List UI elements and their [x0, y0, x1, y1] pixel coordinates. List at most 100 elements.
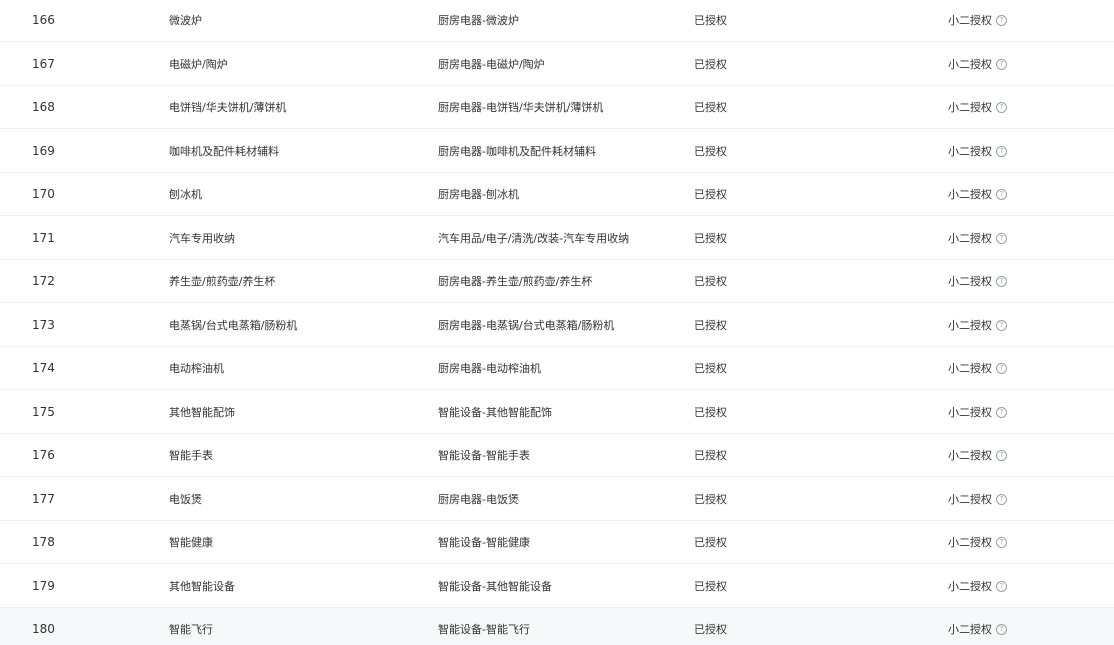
question-circle-icon[interactable]: ? [996, 145, 1007, 157]
category-name: 智能手表 [169, 449, 213, 462]
table-row[interactable]: 177 电饭煲 厨房电器-电饭煲 已授权 小二授权? [0, 477, 1114, 521]
question-circle-icon[interactable]: ? [996, 102, 1007, 113]
row-id: 167 [32, 56, 55, 71]
auth-type: 小二授权? [948, 217, 1007, 260]
category-path: 智能设备-智能健康 [438, 536, 530, 549]
auth-type-label: 小二授权 [948, 536, 992, 549]
row-id: 174 [32, 361, 55, 375]
question-circle-icon[interactable]: ? [996, 493, 1007, 505]
category-name: 电蒸锅/台式电蒸箱/肠粉机 [169, 318, 298, 332]
auth-type-label: 小二授权 [948, 144, 992, 158]
table-row[interactable]: 176 智能手表 智能设备-智能手表 已授权 小二授权? [0, 434, 1114, 477]
auth-type-label: 小二授权 [948, 318, 992, 332]
table-row[interactable]: 167 电磁炉/陶炉 厨房电器-电磁炉/陶炉 已授权 小二授权? [0, 42, 1114, 86]
table-row[interactable]: 166 微波炉 厨房电器-微波炉 已授权 小二授权? [0, 0, 1114, 42]
category-path: 厨房电器-电动榨油机 [438, 362, 541, 375]
category-path: 智能设备-其他智能配饰 [438, 405, 552, 419]
auth-type: 小二授权? [948, 608, 1007, 645]
table-row[interactable]: 180 智能飞行 智能设备-智能飞行 已授权 小二授权? [0, 608, 1114, 645]
row-id: 173 [32, 317, 55, 332]
question-circle-icon[interactable]: ? [996, 276, 1007, 287]
auth-type: 小二授权? [948, 391, 1007, 434]
category-name: 电饼铛/华夫饼机/薄饼机 [169, 101, 287, 114]
category-path: 智能设备-智能手表 [438, 449, 530, 462]
category-path: 智能设备-智能飞行 [438, 623, 530, 636]
question-circle-icon[interactable]: ? [996, 537, 1007, 548]
category-name: 微波炉 [169, 14, 202, 27]
auth-type: 小二授权? [948, 173, 1007, 216]
row-id: 172 [32, 274, 55, 288]
auth-type: 小二授权? [948, 565, 1007, 608]
table-row[interactable]: 171 汽车专用收纳 汽车用品/电子/清洗/改装-汽车专用收纳 已授权 小二授权? [0, 216, 1114, 260]
status-text: 已授权 [694, 362, 727, 375]
category-path: 厨房电器-养生壶/煎药壶/养生杯 [438, 275, 593, 288]
table-row[interactable]: 172 养生壶/煎药壶/养生杯 厨房电器-养生壶/煎药壶/养生杯 已授权 小二授权? [0, 260, 1114, 303]
question-circle-icon[interactable]: ? [996, 406, 1007, 418]
question-circle-icon[interactable]: ? [996, 232, 1007, 244]
question-circle-icon[interactable]: ? [996, 15, 1007, 26]
category-name: 电饭煲 [169, 492, 202, 506]
row-id: 176 [32, 448, 55, 462]
category-path: 智能设备-其他智能设备 [438, 579, 552, 593]
row-id: 180 [32, 622, 55, 636]
row-id: 179 [32, 578, 55, 593]
auth-type-label: 小二授权 [948, 275, 992, 288]
auth-type: 小二授权? [948, 86, 1007, 129]
table-row[interactable]: 168 电饼铛/华夫饼机/薄饼机 厨房电器-电饼铛/华夫饼机/薄饼机 已授权 小二授权? [0, 86, 1114, 129]
table-row[interactable]: 170 刨冰机 厨房电器-刨冰机 已授权 小二授权? [0, 173, 1114, 216]
row-id: 168 [32, 100, 55, 114]
status-text: 已授权 [694, 188, 727, 201]
auth-type-label: 小二授权 [948, 492, 992, 506]
auth-type: 小二授权? [948, 43, 1007, 86]
status-text: 已授权 [694, 144, 727, 158]
row-id: 169 [32, 143, 55, 158]
status-text: 已授权 [694, 623, 727, 636]
table-row[interactable]: 173 电蒸锅/台式电蒸箱/肠粉机 厨房电器-电蒸锅/台式电蒸箱/肠粉机 已授权 小二授… [0, 303, 1114, 347]
auth-type-label: 小二授权 [948, 188, 992, 201]
question-circle-icon[interactable]: ? [996, 58, 1007, 70]
question-circle-icon[interactable]: ? [996, 363, 1007, 374]
status-text: 已授权 [694, 405, 727, 419]
category-name: 智能飞行 [169, 623, 213, 636]
auth-type: 小二授权? [948, 478, 1007, 521]
auth-type: 小二授权? [948, 0, 1007, 42]
auth-type: 小二授权? [948, 347, 1007, 390]
question-circle-icon[interactable]: ? [996, 450, 1007, 461]
category-path: 厨房电器-电蒸锅/台式电蒸箱/肠粉机 [438, 318, 615, 332]
status-text: 已授权 [694, 275, 727, 288]
category-path: 汽车用品/电子/清洗/改装-汽车专用收纳 [438, 231, 630, 245]
table-row[interactable]: 174 电动榨油机 厨房电器-电动榨油机 已授权 小二授权? [0, 347, 1114, 390]
question-circle-icon[interactable]: ? [996, 580, 1007, 592]
row-id: 171 [32, 230, 55, 245]
table-row[interactable]: 179 其他智能设备 智能设备-其他智能设备 已授权 小二授权? [0, 564, 1114, 608]
question-circle-icon[interactable]: ? [996, 189, 1007, 200]
auth-type: 小二授权? [948, 130, 1007, 173]
auth-type: 小二授权? [948, 304, 1007, 347]
category-name: 其他智能设备 [169, 579, 235, 593]
table-row[interactable]: 169 咖啡机及配件耗材辅料 厨房电器-咖啡机及配件耗材辅料 已授权 小二授权? [0, 129, 1114, 173]
table-row[interactable]: 178 智能健康 智能设备-智能健康 已授权 小二授权? [0, 521, 1114, 564]
question-circle-icon[interactable]: ? [996, 319, 1007, 331]
row-id: 177 [32, 491, 55, 506]
auth-type: 小二授权? [948, 434, 1007, 477]
category-name: 养生壶/煎药壶/养生杯 [169, 275, 276, 288]
auth-type-label: 小二授权 [948, 231, 992, 245]
row-id: 166 [32, 13, 55, 27]
question-circle-icon[interactable]: ? [996, 624, 1007, 635]
category-name: 刨冰机 [169, 188, 202, 201]
authorized-category-table: 166 微波炉 厨房电器-微波炉 已授权 小二授权? 167 电磁炉/陶炉 厨房电器-电磁炉/… [0, 0, 1114, 645]
status-text: 已授权 [694, 536, 727, 549]
category-name: 其他智能配饰 [169, 405, 235, 419]
auth-type-label: 小二授权 [948, 623, 992, 636]
table-row[interactable]: 175 其他智能配饰 智能设备-其他智能配饰 已授权 小二授权? [0, 390, 1114, 434]
category-path: 厨房电器-电磁炉/陶炉 [438, 57, 545, 71]
row-id: 175 [32, 404, 55, 419]
status-text: 已授权 [694, 57, 727, 71]
status-text: 已授权 [694, 231, 727, 245]
status-text: 已授权 [694, 101, 727, 114]
status-text: 已授权 [694, 579, 727, 593]
category-name: 汽车专用收纳 [169, 231, 235, 245]
category-path: 厨房电器-微波炉 [438, 14, 519, 27]
auth-type-label: 小二授权 [948, 405, 992, 419]
category-name: 咖啡机及配件耗材辅料 [169, 144, 279, 158]
